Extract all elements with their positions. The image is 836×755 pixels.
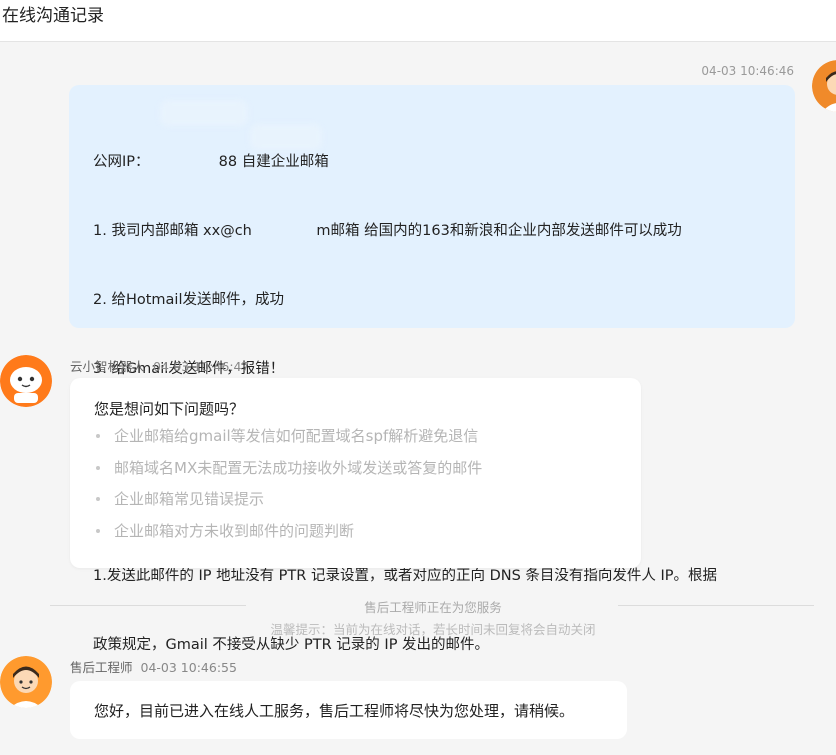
user-avatar [812, 60, 836, 112]
service-tip: 温馨提示：当前为在线对话，若长时间未回复将会自动关闭 [270, 622, 596, 637]
page-title: 在线沟通记录 [2, 6, 104, 26]
suggestion-list: 企业邮箱给gmail等发信如何配置域名spf解析避免退信 邮箱域名MX未配置无法… [94, 426, 617, 552]
redaction-blur [250, 124, 322, 150]
bot-sender-name: 云小智机器人 [70, 359, 146, 374]
bot-message-timestamp: 04-03 10:46:47 [153, 359, 250, 374]
user-message-line: 1.发送此邮件的 IP 地址没有 PTR 记录设置，或者对应的正向 DNS 条目… [93, 568, 718, 584]
user-message-timestamp: 04-03 10:46:46 [701, 64, 794, 78]
engineer-sender-name: 售后工程师 [70, 660, 133, 675]
user-message-line: 2. 给Hotmail发送邮件，成功 [93, 292, 284, 308]
bot-message-bubble: 您是想问如下问题吗？ 企业邮箱给gmail等发信如何配置域名spf解析避免退信 … [70, 378, 641, 568]
suggestion-item[interactable]: 企业邮箱常见错误提示 [94, 489, 617, 521]
suggestion-item[interactable]: 企业邮箱对方未收到邮件的问题判断 [94, 521, 617, 553]
redaction-blur [160, 100, 248, 126]
bot-sender-line: 云小智机器人 04-03 10:46:47 [70, 356, 249, 375]
bot-question: 您是想问如下问题吗？ [94, 400, 245, 418]
service-status-label: 售后工程师正在为您服务 [364, 600, 502, 615]
engineer-message-text: 您好，目前已进入在线人工服务，售后工程师将尽快为您处理，请稍候。 [94, 701, 575, 720]
user-message-line: 公网IP： 88 自建企业邮箱 [93, 154, 329, 170]
bot-avatar [0, 355, 52, 407]
user-message-line: 1. 我司内部邮箱 xx@ch m邮箱 给国内的163和新浪和企业内部发送邮件可… [93, 223, 682, 239]
suggestion-item[interactable]: 企业邮箱给gmail等发信如何配置域名spf解析避免退信 [94, 426, 617, 458]
window-header: 在线沟通记录 [0, 0, 836, 42]
suggestion-item[interactable]: 邮箱域名MX未配置无法成功接收外域发送或答复的邮件 [94, 458, 617, 490]
engineer-message-bubble: 您好，目前已进入在线人工服务，售后工程师将尽快为您处理，请稍候。 [70, 681, 627, 739]
engineer-message-timestamp: 04-03 10:46:55 [140, 660, 237, 675]
engineer-sender-line: 售后工程师 04-03 10:46:55 [70, 657, 237, 676]
engineer-avatar [0, 656, 52, 708]
